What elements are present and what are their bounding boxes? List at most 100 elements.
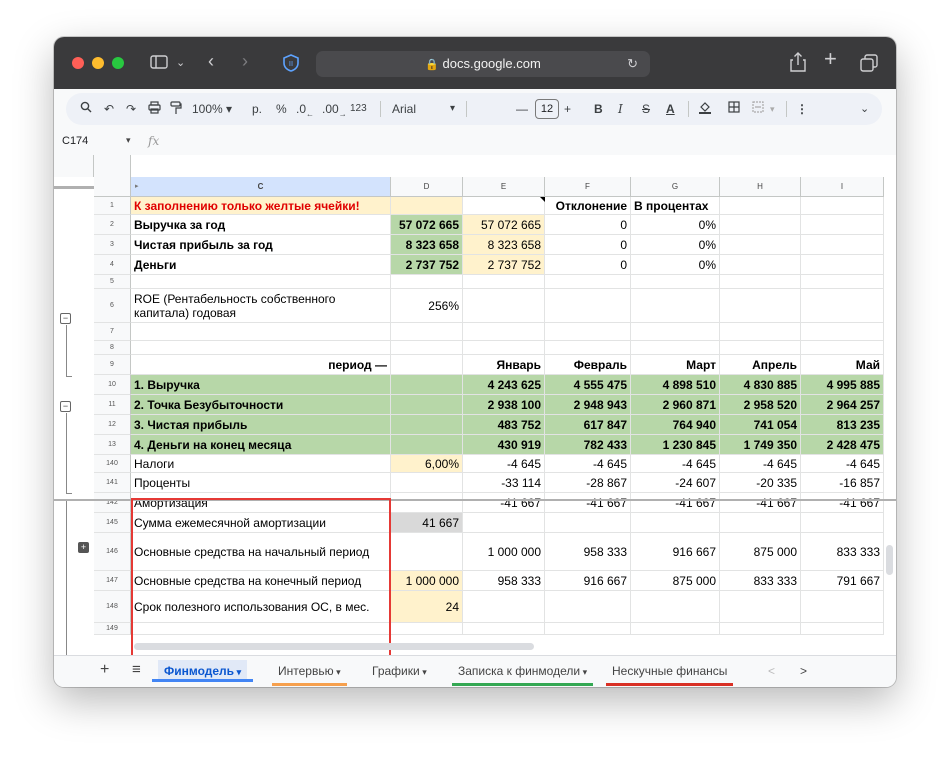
cell-h10[interactable]: 4 830 885 [720,375,801,395]
cell-c141[interactable]: Проценты [131,473,391,493]
column-header-d[interactable]: D [391,177,463,197]
cell-d2[interactable]: 57 072 665 [391,215,463,235]
row-header[interactable]: 10 [94,375,131,395]
cell-f4[interactable]: 0 [545,255,631,275]
cell-h3[interactable] [720,235,801,255]
cell-c9[interactable]: период — [131,355,391,375]
paint-format-icon[interactable] [170,101,182,119]
cell-h5[interactable] [720,275,801,289]
cell-i9[interactable]: Май [801,355,884,375]
cell-i11[interactable]: 2 964 257 [801,395,884,415]
cell-f149[interactable] [545,623,631,635]
cell-g140[interactable]: -4 645 [631,455,720,473]
cell-d1[interactable] [391,197,463,215]
collapse-toolbar-icon[interactable]: ⌄ [860,101,869,117]
cell-d149[interactable] [391,623,463,635]
cell-f8[interactable] [545,341,631,355]
row-header[interactable]: 148 [94,591,131,623]
select-all[interactable] [94,177,131,197]
cell-h4[interactable] [720,255,801,275]
row-header[interactable]: 140 [94,455,131,473]
format-percent-button[interactable]: % [276,101,287,117]
cell-f12[interactable]: 617 847 [545,415,631,435]
cell-c2[interactable]: Выручка за год [131,215,391,235]
cell-e8[interactable] [463,341,545,355]
cell-d8[interactable] [391,341,463,355]
cell-h11[interactable]: 2 958 520 [720,395,801,415]
cell-h145[interactable] [720,513,801,533]
sheet-tab-menu-icon[interactable]: ▾ [420,667,427,677]
more-formats-button[interactable]: 123 [350,101,367,117]
cell-f3[interactable]: 0 [545,235,631,255]
font-size-input[interactable]: 12 [535,99,559,119]
cell-d141[interactable] [391,473,463,493]
format-currency-button[interactable]: р. [252,101,262,117]
font-dropdown-icon[interactable]: ▾ [450,101,455,117]
cell-e2[interactable]: 57 072 665 [463,215,545,235]
row-header[interactable]: 13 [94,435,131,455]
cell-e6[interactable] [463,289,545,323]
cell-d147[interactable]: 1 000 000 [391,571,463,591]
cell-e142[interactable]: -41 667 [463,493,545,513]
cell-d12[interactable] [391,415,463,435]
cell-f147[interactable]: 916 667 [545,571,631,591]
cell-c12[interactable]: 3. Чистая прибыль [131,415,391,435]
cell-h8[interactable] [720,341,801,355]
add-sheet-button[interactable]: + [100,661,109,683]
cell-c147[interactable]: Основные средства на конечный период [131,571,391,591]
cell-e7[interactable] [463,323,545,341]
row-header[interactable]: 9 [94,355,131,375]
row-header[interactable]: 12 [94,415,131,435]
cell-f1[interactable]: Отклонение [545,197,631,215]
column-header-h[interactable]: H [720,177,801,197]
cell-i148[interactable] [801,591,884,623]
cell-i6[interactable] [801,289,884,323]
decrease-decimal-button[interactable]: .0← [296,101,314,122]
increase-font-size-button[interactable]: + [564,101,571,117]
new-tab-icon[interactable]: + [824,48,837,70]
cell-i140[interactable]: -4 645 [801,455,884,473]
cell-d7[interactable] [391,323,463,341]
decrease-font-size-button[interactable]: — [516,101,528,117]
minimize-window-button[interactable] [92,57,104,69]
cell-i2[interactable] [801,215,884,235]
comment-indicator-icon[interactable] [540,197,545,202]
cell-i3[interactable] [801,235,884,255]
cell-c3[interactable]: Чистая прибыль за год [131,235,391,255]
row-header[interactable]: 8 [94,341,131,355]
cell-g4[interactable]: 0% [631,255,720,275]
row-header[interactable]: 7 [94,323,131,341]
font-select[interactable]: Arial [392,101,416,117]
cell-i5[interactable] [801,275,884,289]
scroll-tabs-right-button[interactable]: > [800,664,807,686]
cell-i145[interactable] [801,513,884,533]
share-icon[interactable] [790,52,806,76]
column-header-g[interactable]: G [631,177,720,197]
close-window-button[interactable] [72,57,84,69]
cell-g13[interactable]: 1 230 845 [631,435,720,455]
column-expand-icon[interactable]: ▸ [135,182,139,190]
cell-g12[interactable]: 764 940 [631,415,720,435]
cell-e9[interactable]: Январь [463,355,545,375]
cell-h149[interactable] [720,623,801,635]
row-header[interactable]: 3 [94,235,131,255]
cell-c13[interactable]: 4. Деньги на конец месяца [131,435,391,455]
cell-h141[interactable]: -20 335 [720,473,801,493]
cell-i8[interactable] [801,341,884,355]
name-box-dropdown-icon[interactable]: ▾ [126,135,131,146]
sheet-tab-menu-icon[interactable]: ▾ [580,667,588,677]
expand-group-icon[interactable]: + [78,542,89,553]
cell-f2[interactable]: 0 [545,215,631,235]
cell-h1[interactable] [720,197,801,215]
cell-g3[interactable]: 0% [631,235,720,255]
cell-g148[interactable] [631,591,720,623]
cell-h12[interactable]: 741 054 [720,415,801,435]
row-header[interactable]: 6 [94,289,131,323]
cell-e12[interactable]: 483 752 [463,415,545,435]
sheet-tab[interactable]: Графики ▾ [372,664,427,686]
cell-i147[interactable]: 791 667 [801,571,884,591]
cell-i12[interactable]: 813 235 [801,415,884,435]
formula-input[interactable] [164,134,884,150]
forward-icon[interactable]: › [242,52,248,70]
cell-i142[interactable]: -41 667 [801,493,884,513]
